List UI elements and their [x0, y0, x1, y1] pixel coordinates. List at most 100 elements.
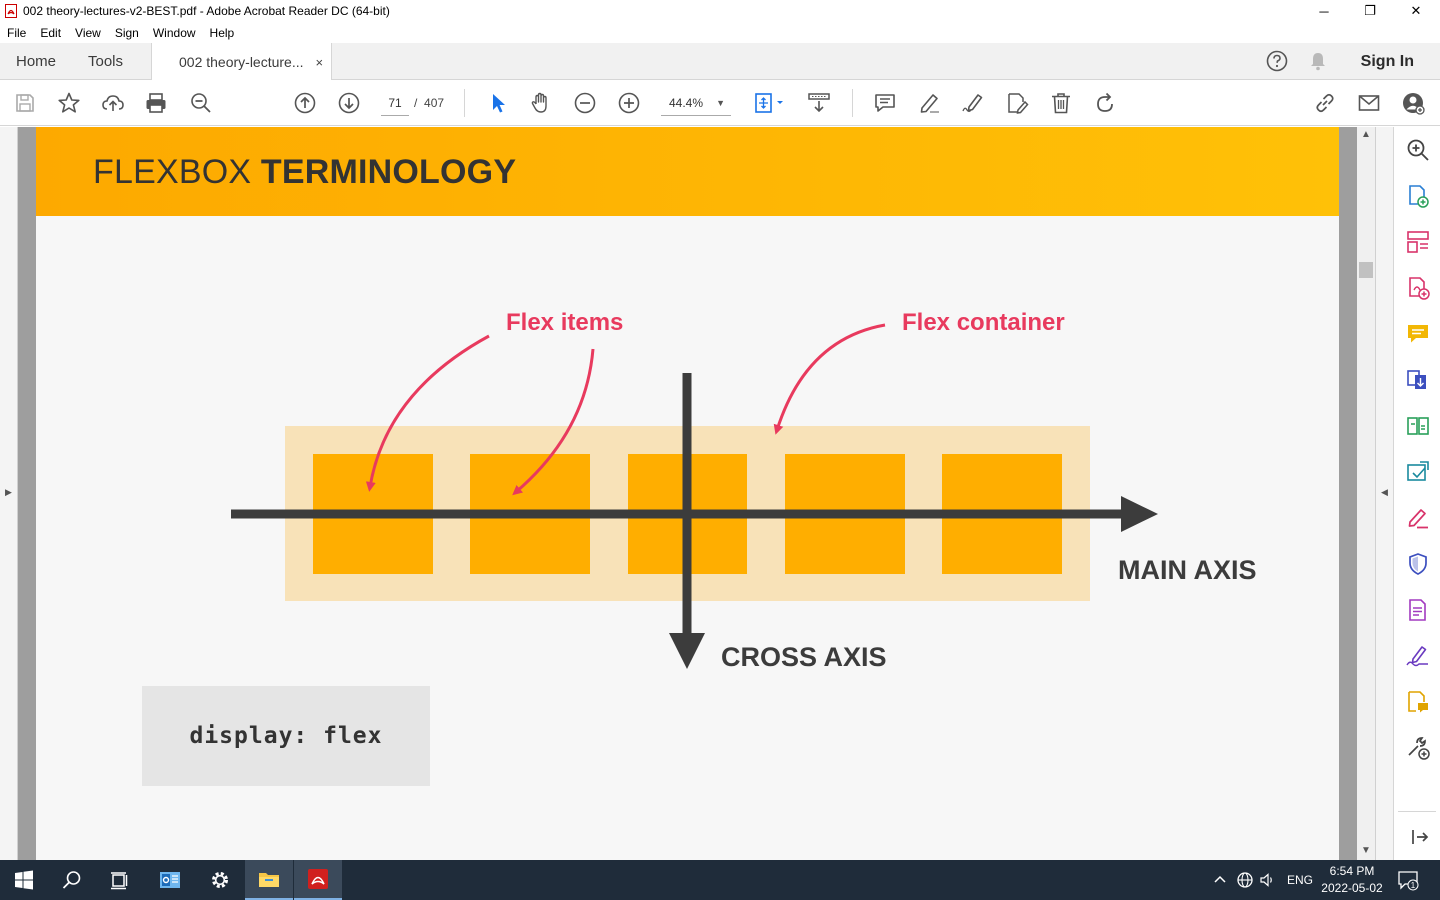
- email-icon[interactable]: [1357, 91, 1381, 115]
- menu-help[interactable]: Help: [203, 26, 242, 40]
- minimize-button[interactable]: ─: [1301, 0, 1347, 22]
- export-pdf-icon[interactable]: [1405, 275, 1431, 301]
- protect-shield-icon[interactable]: [1405, 551, 1431, 577]
- sign-in-button[interactable]: Sign In: [1361, 43, 1414, 80]
- menu-bar: File Edit View Sign Window Help: [0, 22, 1440, 43]
- volume-icon[interactable]: [1259, 860, 1277, 900]
- menu-sign[interactable]: Sign: [108, 26, 146, 40]
- cross-axis-arrowhead: [669, 633, 705, 669]
- clock-time: 6:54 PM: [1329, 864, 1375, 878]
- network-globe-icon[interactable]: [1236, 860, 1254, 900]
- previous-page-icon[interactable]: [293, 91, 317, 115]
- edit-pdf-icon[interactable]: [1405, 597, 1431, 623]
- scroll-down-icon[interactable]: ▼: [1361, 845, 1371, 856]
- draw-signature-icon[interactable]: [961, 91, 985, 115]
- zoom-in-icon[interactable]: [617, 91, 641, 115]
- more-tools-icon[interactable]: [1405, 735, 1431, 761]
- acrobat-reader-taskbar-icon[interactable]: [294, 860, 342, 900]
- organize-pages-icon[interactable]: [1405, 229, 1431, 255]
- bookmark-star-icon[interactable]: [57, 91, 81, 115]
- collapse-pane-icon[interactable]: [1406, 824, 1432, 850]
- search-zoom-icon[interactable]: [1405, 137, 1431, 163]
- menu-edit[interactable]: Edit: [33, 26, 68, 40]
- next-page-icon[interactable]: [337, 91, 361, 115]
- tab-document[interactable]: 002 theory-lecture... ×: [151, 43, 333, 81]
- hand-tool-icon[interactable]: [529, 91, 553, 115]
- save-icon[interactable]: [13, 91, 37, 115]
- file-explorer-icon[interactable]: [245, 860, 293, 900]
- zoom-out-icon[interactable]: [573, 91, 597, 115]
- left-panel-toggle[interactable]: ▶: [0, 127, 18, 860]
- clock-date: 2022-05-02: [1321, 881, 1383, 895]
- upload-cloud-icon[interactable]: [101, 91, 125, 115]
- share-link-icon[interactable]: [1313, 91, 1337, 115]
- close-window-button[interactable]: ✕: [1393, 0, 1439, 22]
- comment-tool-icon[interactable]: [1405, 321, 1431, 347]
- tools-pane-divider: [1398, 811, 1436, 812]
- fill-sign-icon[interactable]: [1005, 91, 1029, 115]
- request-signature-icon[interactable]: [1405, 643, 1431, 669]
- flex-items-label: Flex items: [506, 309, 624, 336]
- highlight-pen-icon[interactable]: [917, 91, 941, 115]
- stamp-tool-icon[interactable]: [1405, 689, 1431, 715]
- flex-container-label: Flex container: [902, 309, 1065, 336]
- main-axis-label: MAIN AXIS: [1118, 555, 1257, 585]
- fit-page-icon[interactable]: [753, 91, 787, 115]
- menu-window[interactable]: Window: [146, 26, 203, 40]
- acrobat-app-icon: [5, 4, 17, 18]
- help-icon[interactable]: [1266, 50, 1288, 72]
- toolbar-divider: [852, 89, 853, 117]
- zoom-out-magnifier-icon[interactable]: [189, 91, 213, 115]
- page-number-input[interactable]: 71: [381, 94, 409, 116]
- combine-files-icon[interactable]: [1405, 367, 1431, 393]
- compare-files-icon[interactable]: [1405, 413, 1431, 439]
- toolbar-divider: [464, 89, 465, 117]
- zoom-level-select[interactable]: 44.4% ▼: [661, 94, 731, 116]
- fill-and-sign-icon[interactable]: [1405, 505, 1431, 531]
- pdf-page: FLEXBOX TERMINOLOGY Flex items Flex cont…: [36, 127, 1339, 860]
- chevron-down-icon: ▼: [716, 98, 725, 108]
- toolbar: 71 / 407 44.4% ▼: [0, 80, 1440, 126]
- flex-container-arrow: [773, 323, 886, 435]
- title-bar: 002 theory-lectures-v2-BEST.pdf - Adobe …: [0, 0, 1440, 22]
- rotate-icon[interactable]: [1093, 91, 1117, 115]
- system-clock[interactable]: 6:54 PM 2022-05-02: [1316, 863, 1388, 897]
- input-language[interactable]: ENG: [1287, 860, 1313, 900]
- restore-button[interactable]: ❐: [1347, 0, 1393, 22]
- show-hidden-icons[interactable]: [1212, 860, 1228, 900]
- vertical-scrollbar[interactable]: ▲ ▼: [1357, 127, 1375, 860]
- right-panel-toggle[interactable]: ◀: [1375, 127, 1393, 860]
- menu-file[interactable]: File: [0, 26, 33, 40]
- chevron-right-icon: ▶: [5, 487, 12, 497]
- cross-axis-label: CROSS AXIS: [721, 642, 887, 672]
- scroll-up-icon[interactable]: ▲: [1361, 129, 1371, 140]
- main-axis-arrowhead: [1121, 496, 1158, 532]
- scrollbar-thumb[interactable]: [1359, 262, 1373, 278]
- comment-icon[interactable]: [873, 91, 897, 115]
- start-windows-icon[interactable]: [0, 860, 48, 900]
- document-viewport[interactable]: ▶ FLEXBOX TERMINOLOGY Flex items Flex co…: [0, 127, 1393, 860]
- outlook-app-icon[interactable]: [146, 860, 194, 900]
- delete-trash-icon[interactable]: [1049, 91, 1073, 115]
- chevron-left-icon: ◀: [1381, 487, 1388, 497]
- add-user-icon[interactable]: [1401, 91, 1425, 115]
- task-view-icon[interactable]: [96, 860, 144, 900]
- create-pdf-icon[interactable]: [1405, 183, 1431, 209]
- tab-tools[interactable]: Tools: [88, 43, 123, 80]
- settings-gear-icon[interactable]: [196, 860, 244, 900]
- window-title: 002 theory-lectures-v2-BEST.pdf - Adobe …: [23, 4, 390, 18]
- notification-bell-icon[interactable]: [1308, 51, 1328, 71]
- menu-view[interactable]: View: [68, 26, 108, 40]
- tab-close-icon[interactable]: ×: [316, 55, 324, 70]
- search-icon[interactable]: [48, 860, 96, 900]
- select-cursor-icon[interactable]: [486, 91, 510, 115]
- print-icon[interactable]: [144, 91, 168, 115]
- chevron-up-icon: [1214, 875, 1226, 883]
- scroll-mode-icon[interactable]: [807, 91, 831, 115]
- tab-bar: Home Tools 002 theory-lecture... × Sign …: [0, 43, 1440, 81]
- action-center-icon[interactable]: 1: [1397, 860, 1419, 900]
- send-for-review-icon[interactable]: [1405, 459, 1431, 485]
- notification-count: 1: [1411, 881, 1416, 890]
- code-snippet: display: flex: [142, 686, 430, 786]
- tab-home[interactable]: Home: [16, 43, 56, 80]
